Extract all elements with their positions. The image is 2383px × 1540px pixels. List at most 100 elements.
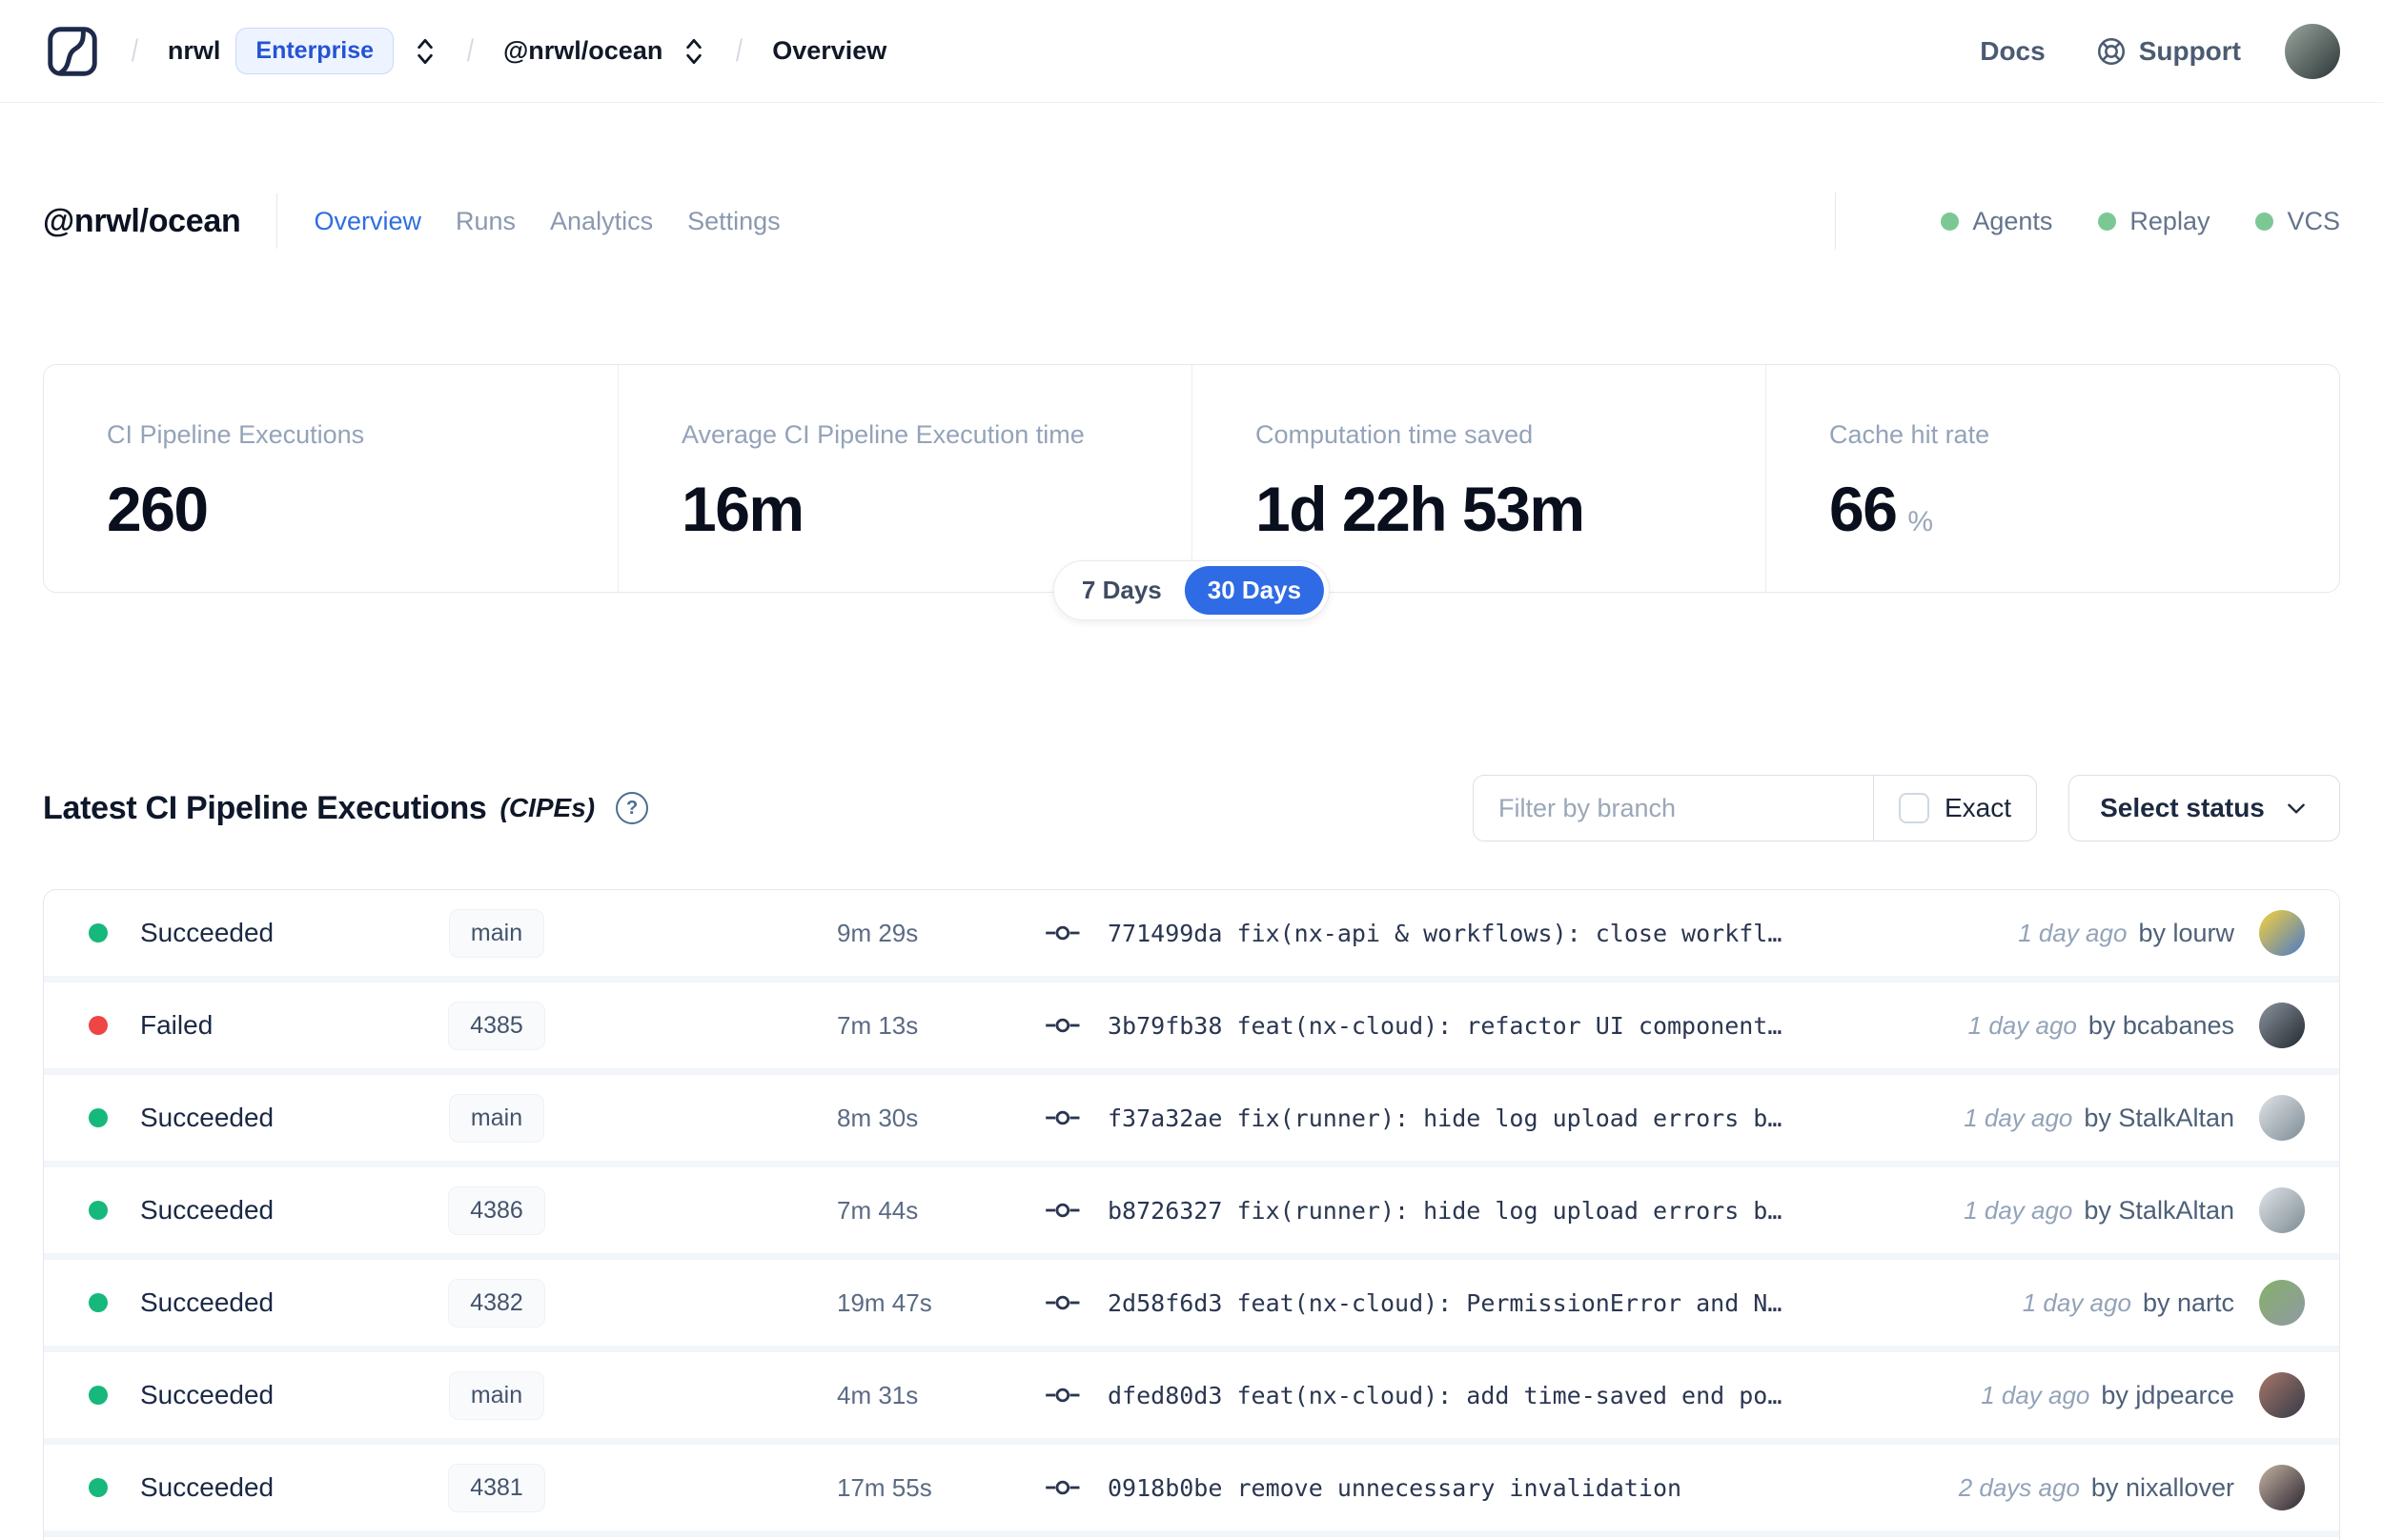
table-row[interactable]: Succeeded 4382 19m 47s 2d58f6d3 feat(nx-… — [44, 1260, 2339, 1346]
avatar[interactable] — [2259, 1372, 2305, 1418]
tab-settings[interactable]: Settings — [687, 207, 781, 236]
select-status-label: Select status — [2100, 793, 2265, 822]
status-dot — [89, 1201, 108, 1220]
service-agents[interactable]: Agents — [1941, 207, 2052, 236]
range-30-days[interactable]: 30 Days — [1184, 566, 1325, 615]
branch-badge[interactable]: 4386 — [448, 1185, 545, 1235]
commit-icon — [1046, 1203, 1080, 1218]
user-avatar[interactable] — [2285, 23, 2340, 79]
avatar[interactable] — [2259, 1465, 2305, 1510]
stat-cache-hit-rate: Cache hit rate 66% — [1765, 365, 2339, 592]
chevron-down-icon — [2288, 803, 2305, 814]
branch-badge[interactable]: 4381 — [448, 1463, 545, 1512]
table-row[interactable]: Succeeded 4381 17m 55s 0918b0be remove u… — [44, 1445, 2339, 1530]
stat-value: 260 — [107, 474, 209, 544]
workspace-header: @nrwl/ocean Overview Runs Analytics Sett… — [43, 173, 2340, 269]
duration: 7m 44s — [837, 1195, 919, 1225]
commit-message: b8726327 fix(runner): hide log upload er… — [1108, 1196, 1782, 1225]
avatar[interactable] — [2259, 910, 2305, 956]
nx-cloud-logo-icon[interactable] — [43, 22, 102, 81]
support-link[interactable]: Support — [2095, 35, 2241, 68]
tab-analytics[interactable]: Analytics — [550, 207, 653, 236]
meta-cell: 1 day ago by StalkAltan — [1964, 1095, 2339, 1141]
help-icon[interactable]: ? — [616, 792, 649, 824]
breadcrumb-org[interactable]: nrwl — [168, 36, 221, 66]
status-dot — [89, 923, 108, 942]
stat-label: Computation time saved — [1255, 420, 1534, 449]
avatar[interactable] — [2259, 1003, 2305, 1048]
branch-badge[interactable]: 4385 — [448, 1001, 545, 1050]
author: by lourw — [2138, 918, 2234, 947]
service-vcs[interactable]: VCS — [2255, 207, 2340, 236]
author: by StalkAltan — [2084, 1103, 2234, 1132]
branch-filter-input[interactable] — [1474, 776, 1873, 841]
commit-message: f37a32ae fix(runner): hide log upload er… — [1108, 1104, 1782, 1132]
stat-label: Cache hit rate — [1829, 420, 1990, 449]
time-ago: 1 day ago — [1964, 1103, 2073, 1132]
cipes-heading: Latest CI Pipeline Executions — [43, 789, 487, 826]
table-row[interactable]: Failed 4385 7m 13s 3b79fb38 feat(nx-clou… — [44, 983, 2339, 1068]
author: by jdpearce — [2101, 1380, 2234, 1409]
topbar: / nrwl Enterprise / @nrwl/ocean / Overvi… — [0, 0, 2383, 103]
commit-cell: 771499da fix(nx-api & workflows): close … — [978, 919, 2018, 947]
author: by nixallover — [2090, 1472, 2234, 1502]
stat-ci-pipeline-executions: CI Pipeline Executions 260 — [44, 365, 618, 592]
workspace-switcher-chevrons-icon[interactable] — [682, 35, 706, 68]
exact-checkbox[interactable] — [1898, 793, 1929, 823]
divider — [1835, 192, 1837, 250]
avatar[interactable] — [2259, 1187, 2305, 1233]
enterprise-badge: Enterprise — [235, 28, 395, 74]
breadcrumb-separator: / — [736, 33, 743, 68]
stat-value: 16m — [682, 474, 805, 544]
status-label: Succeeded — [140, 1287, 275, 1317]
duration: 7m 13s — [837, 1010, 919, 1040]
status-cell: Succeeded — [44, 1380, 330, 1410]
status-dot — [89, 1016, 108, 1035]
stat-average-execution-time: Average CI Pipeline Execution time 16m — [618, 365, 1192, 592]
table-row[interactable]: Succeeded main 8m 30s f37a32ae fix(runne… — [44, 1075, 2339, 1161]
time-ago: 1 day ago — [1981, 1380, 2090, 1409]
status-dot — [2255, 212, 2274, 231]
commit-cell: 2d58f6d3 feat(nx-cloud): PermissionError… — [978, 1288, 2023, 1317]
table-row[interactable]: Succeeded main 4m 31s dfed80d3 feat(nx-c… — [44, 1352, 2339, 1438]
breadcrumb-workspace[interactable]: @nrwl/ocean — [503, 36, 662, 66]
range-7-days[interactable]: 7 Days — [1059, 566, 1185, 615]
duration: 8m 30s — [837, 1103, 919, 1132]
branch-badge[interactable]: main — [448, 1370, 545, 1420]
avatar[interactable] — [2259, 1095, 2305, 1141]
branch-cell: 4386 — [330, 1185, 663, 1235]
branch-badge[interactable]: main — [448, 908, 545, 958]
avatar[interactable] — [2259, 1280, 2305, 1326]
commit-cell: f37a32ae fix(runner): hide log upload er… — [978, 1104, 1964, 1132]
cipes-header-row: Latest CI Pipeline Executions (CIPEs) ? … — [43, 775, 2340, 841]
divider — [276, 193, 278, 249]
select-status-button[interactable]: Select status — [2068, 775, 2340, 841]
cipes-heading-suffix: (CIPEs) — [499, 793, 596, 822]
docs-link[interactable]: Docs — [1980, 36, 2045, 67]
workspace-title: @nrwl/ocean — [43, 202, 241, 239]
breadcrumb-separator: / — [466, 33, 475, 68]
support-label: Support — [2138, 35, 2241, 66]
table-row[interactable]: Succeeded main 9m 29s 771499da fix(nx-ap… — [44, 890, 2339, 976]
branch-cell: main — [330, 1093, 663, 1143]
commit-message: 2d58f6d3 feat(nx-cloud): PermissionError… — [1108, 1288, 1782, 1317]
branch-cell: main — [330, 1370, 663, 1420]
status-label: Succeeded — [140, 1380, 275, 1409]
commit-cell: 3b79fb38 feat(nx-cloud): refactor UI com… — [978, 1011, 1968, 1040]
nx-cloud-overview-page: / nrwl Enterprise / @nrwl/ocean / Overvi… — [0, 0, 2383, 1540]
status-dot — [89, 1293, 108, 1312]
branch-badge[interactable]: 4382 — [448, 1278, 545, 1327]
tab-overview[interactable]: Overview — [314, 207, 421, 236]
status-cell: Failed — [44, 1010, 330, 1041]
org-switcher-chevrons-icon[interactable] — [413, 35, 438, 68]
service-label: Replay — [2129, 206, 2210, 235]
exact-label: Exact — [1944, 793, 2011, 822]
time-ago: 1 day ago — [1964, 1195, 2073, 1225]
table-row[interactable]: Succeeded 4386 7m 44s b8726327 fix(runne… — [44, 1167, 2339, 1253]
commit-icon — [1046, 1018, 1080, 1033]
status-dot — [89, 1478, 108, 1497]
branch-badge[interactable]: main — [448, 1093, 545, 1143]
service-replay[interactable]: Replay — [2098, 207, 2210, 236]
commit-cell: dfed80d3 feat(nx-cloud): add time-saved … — [978, 1381, 1981, 1409]
tab-runs[interactable]: Runs — [456, 207, 516, 236]
